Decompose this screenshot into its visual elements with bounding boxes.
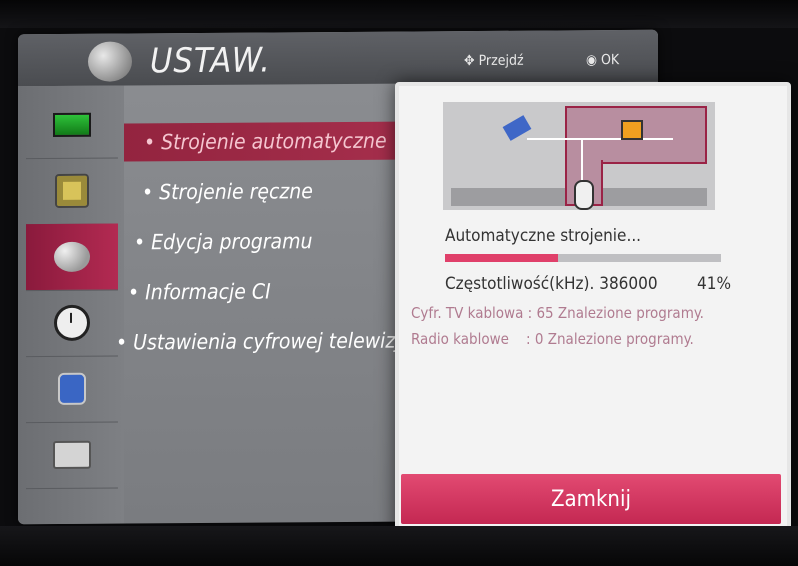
close-button[interactable]: Zamknij bbox=[401, 474, 781, 524]
briefcase-icon bbox=[53, 440, 91, 469]
satellite-dish-icon bbox=[88, 41, 132, 82]
radio-channels-found: Radio kablowe : 0 Znalezione programy. bbox=[411, 330, 694, 348]
ok-hint-label: OK bbox=[601, 52, 620, 69]
digital-channels-found: Cyfr. TV kablowa : 65 Znalezione program… bbox=[411, 304, 704, 322]
tuning-progress-fill bbox=[445, 254, 559, 262]
list-item-ci-info[interactable]: • Informacje CI bbox=[124, 272, 271, 311]
category-sidebar bbox=[18, 85, 124, 525]
ok-hint: ◉ OK bbox=[586, 52, 619, 68]
dpad-icon: ✥ bbox=[464, 53, 475, 70]
navigate-hint: ✥ Przejdź bbox=[464, 53, 524, 69]
screen-icon bbox=[53, 112, 91, 137]
diagram-cable bbox=[527, 138, 673, 140]
clock-icon bbox=[54, 304, 90, 341]
page-title: USTAW. bbox=[150, 40, 271, 82]
progress-percent: 41% bbox=[697, 274, 731, 294]
navigate-hint-label: Przejdź bbox=[478, 52, 524, 70]
sidebar-item-sound[interactable] bbox=[26, 157, 118, 226]
menu-header: USTAW. ✥ Przejdź ◉ OK bbox=[18, 29, 658, 87]
tuning-progress-bar bbox=[445, 254, 721, 262]
list-item-digital-tv-settings[interactable]: • Ustawienia cyfrowej telewizj bbox=[116, 322, 401, 362]
satellite-dish-icon bbox=[54, 241, 90, 272]
sidebar-item-channels[interactable] bbox=[26, 223, 118, 292]
list-item-manual-tuning[interactable]: • Strojenie ręczne bbox=[124, 172, 313, 211]
speaker-icon bbox=[55, 173, 89, 208]
sidebar-item-picture[interactable] bbox=[26, 91, 118, 160]
lock-icon bbox=[58, 372, 86, 405]
sidebar-item-options[interactable] bbox=[26, 421, 118, 490]
frequency-readout: Częstotliwość(kHz). 386000 bbox=[445, 274, 658, 294]
tv-bezel-top bbox=[0, 0, 798, 28]
ok-dot-icon: ◉ bbox=[586, 52, 597, 69]
diagram-cable-vertical bbox=[581, 138, 583, 186]
sidebar-item-lock[interactable] bbox=[26, 355, 118, 424]
connection-diagram bbox=[443, 102, 715, 210]
cable-plug-icon bbox=[574, 180, 594, 210]
tv-outlet-icon bbox=[621, 120, 643, 140]
auto-tuning-dialog: Automatyczne strojenie... Częstotliwość(… bbox=[395, 82, 791, 547]
progress-title: Automatyczne strojenie... bbox=[445, 226, 642, 246]
tv-bezel-bottom bbox=[0, 526, 798, 566]
list-item-program-edit[interactable]: • Edycja programu bbox=[124, 222, 313, 261]
sidebar-item-time[interactable] bbox=[26, 289, 118, 358]
